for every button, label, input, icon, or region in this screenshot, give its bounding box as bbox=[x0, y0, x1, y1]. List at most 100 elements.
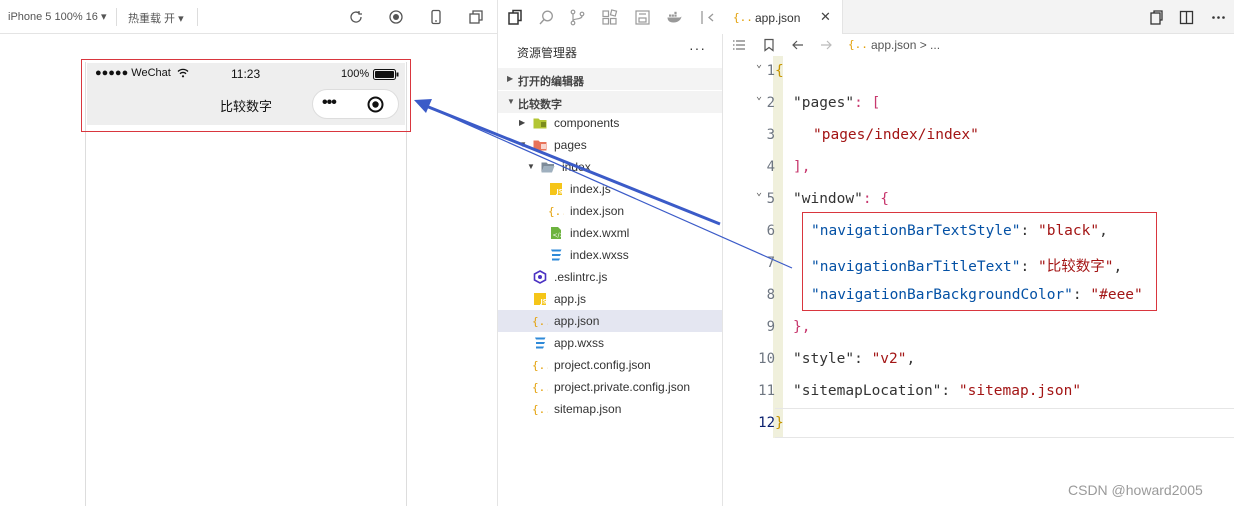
code-line-4: ], bbox=[793, 159, 811, 175]
close-icon[interactable]: ✕ bbox=[820, 9, 831, 25]
list-icon[interactable] bbox=[732, 38, 746, 52]
tree-item-project-private-config[interactable]: {..} project.private.config.json bbox=[498, 376, 722, 398]
section-open-editors-label: 打开的编辑器 bbox=[518, 76, 584, 88]
line-number-current: 12 bbox=[758, 415, 775, 431]
svg-text:JS: JS bbox=[556, 189, 564, 196]
code-line-12: } bbox=[775, 415, 784, 431]
toolbar-divider bbox=[197, 8, 198, 26]
line-number: 8 bbox=[766, 287, 775, 303]
tab-app-json[interactable]: {..} app.json ✕ bbox=[723, 0, 843, 34]
section-project[interactable]: ▼ 比较数字 bbox=[498, 91, 722, 113]
tree-item-label: index.wxss bbox=[570, 248, 629, 262]
breadcrumb-path[interactable]: app.json > ... bbox=[871, 38, 940, 52]
source-control-icon[interactable] bbox=[569, 9, 586, 26]
breadcrumb: {..} app.json > ... bbox=[723, 34, 1234, 56]
device-selector[interactable]: iPhone 5 100% 16 ▾ bbox=[8, 10, 106, 23]
json-file-icon: {..} bbox=[548, 204, 564, 218]
tree-item-label: app.js bbox=[554, 292, 587, 306]
svg-text:{..}: {..} bbox=[548, 205, 564, 218]
tree-item-label: index.json bbox=[570, 204, 625, 218]
current-line-highlight bbox=[775, 408, 1234, 438]
svg-text:</>: </> bbox=[553, 232, 564, 239]
line-number: 2 bbox=[766, 95, 775, 111]
explorer-title: 资源管理器 bbox=[517, 46, 578, 60]
annotation-box-simulator bbox=[81, 59, 411, 132]
code-line-10: "style": "v2", bbox=[793, 351, 916, 367]
phone-icon[interactable] bbox=[428, 9, 444, 25]
tree-item-label: components bbox=[554, 116, 620, 130]
tree-item-index-json[interactable]: {..} index.json bbox=[498, 200, 722, 222]
tree-item-app-wxss[interactable]: app.wxss bbox=[498, 332, 722, 354]
svg-text:JS: JS bbox=[540, 299, 548, 306]
json-file-icon: {..} bbox=[733, 10, 751, 24]
panel-toggle-icon[interactable] bbox=[699, 9, 716, 26]
fold-chevron-icon[interactable]: ⌄ bbox=[756, 91, 762, 102]
svg-text:{..}: {..} bbox=[532, 403, 548, 416]
json-file-icon: {..} bbox=[532, 314, 548, 328]
detach-window-icon[interactable] bbox=[468, 9, 484, 25]
svg-text:{..}: {..} bbox=[532, 359, 548, 372]
forward-arrow-icon[interactable] bbox=[819, 38, 833, 52]
tree-item-index-js[interactable]: JS index.js bbox=[498, 178, 722, 200]
folder-open-icon bbox=[541, 160, 555, 174]
annotation-box-code bbox=[802, 212, 1157, 311]
tree-item-label: pages bbox=[554, 138, 587, 152]
storage-icon[interactable] bbox=[634, 9, 651, 26]
split-editor-icon[interactable] bbox=[1179, 10, 1194, 25]
hotreload-toggle[interactable]: 热重载 开 ▾ bbox=[128, 10, 184, 26]
code-line-11: "sitemapLocation": "sitemap.json" bbox=[793, 383, 1082, 399]
json-file-icon: {..} bbox=[532, 380, 548, 394]
line-number: 9 bbox=[766, 319, 775, 335]
back-arrow-icon[interactable] bbox=[791, 38, 805, 52]
wxss-file-icon bbox=[549, 248, 563, 262]
tree-item-label: project.private.config.json bbox=[554, 380, 691, 394]
tree-item-pages[interactable]: ▼ pages bbox=[498, 134, 722, 156]
tree-item-index-folder[interactable]: ▼ index bbox=[498, 156, 722, 178]
wxss-file-icon bbox=[533, 336, 547, 350]
tree-item-sitemap[interactable]: {..} sitemap.json bbox=[498, 398, 722, 420]
open-preview-icon[interactable] bbox=[1148, 10, 1163, 25]
tree-item-label: index bbox=[562, 160, 591, 174]
fold-chevron-icon[interactable]: ⌄ bbox=[756, 187, 762, 198]
folder-components-icon bbox=[533, 116, 547, 130]
json-file-icon: {..} bbox=[848, 37, 866, 51]
code-line-1: { bbox=[775, 63, 784, 79]
tab-label: app.json bbox=[755, 11, 801, 25]
fold-chevron-icon[interactable]: ⌄ bbox=[756, 59, 762, 70]
tree-item-index-wxml[interactable]: </> index.wxml bbox=[498, 222, 722, 244]
js-file-icon: JS bbox=[549, 182, 563, 196]
eslint-file-icon bbox=[533, 270, 547, 284]
tree-item-app-json[interactable]: {..} app.json bbox=[498, 310, 722, 332]
more-actions-icon[interactable] bbox=[1211, 10, 1226, 25]
tree-item-label: sitemap.json bbox=[554, 402, 622, 416]
refresh-icon[interactable] bbox=[348, 9, 364, 25]
chevron-down-icon: ▼ bbox=[527, 162, 535, 171]
tree-item-app-js[interactable]: JS app.js bbox=[498, 288, 722, 310]
simulator-toolbar: iPhone 5 100% 16 ▾ 热重载 开 ▾ bbox=[0, 0, 497, 34]
section-open-editors[interactable]: ▶ 打开的编辑器 bbox=[498, 68, 722, 90]
code-line-3: "pages/index/index" bbox=[813, 127, 979, 143]
explorer-more-button[interactable]: ··· bbox=[689, 40, 706, 56]
json-file-icon: {..} bbox=[532, 402, 548, 416]
line-number: 6 bbox=[766, 223, 775, 239]
extensions-icon[interactable] bbox=[601, 9, 618, 26]
tree-item-components[interactable]: ▶ components bbox=[498, 112, 722, 134]
chevron-down-icon: ▼ bbox=[507, 97, 515, 106]
bookmark-icon[interactable] bbox=[762, 38, 776, 52]
tree-item-project-config[interactable]: {..} project.config.json bbox=[498, 354, 722, 376]
code-line-5: "window": { bbox=[793, 191, 890, 207]
record-icon[interactable] bbox=[388, 9, 404, 25]
tree-item-label: app.json bbox=[554, 314, 600, 328]
tree-item-index-wxss[interactable]: index.wxss bbox=[498, 244, 722, 266]
docker-icon[interactable] bbox=[666, 9, 683, 26]
svg-text:{..}: {..} bbox=[532, 381, 548, 394]
search-icon[interactable] bbox=[538, 9, 555, 26]
js-file-icon: JS bbox=[533, 292, 547, 306]
tree-item-label: index.js bbox=[570, 182, 611, 196]
explorer-icon[interactable] bbox=[507, 9, 524, 26]
code-line-2: "pages": [ bbox=[793, 95, 881, 111]
svg-text:{..}: {..} bbox=[848, 38, 866, 51]
svg-text:{..}: {..} bbox=[733, 11, 751, 24]
tree-item-eslintrc[interactable]: .eslintrc.js bbox=[498, 266, 722, 288]
line-number: 5 bbox=[766, 191, 775, 207]
